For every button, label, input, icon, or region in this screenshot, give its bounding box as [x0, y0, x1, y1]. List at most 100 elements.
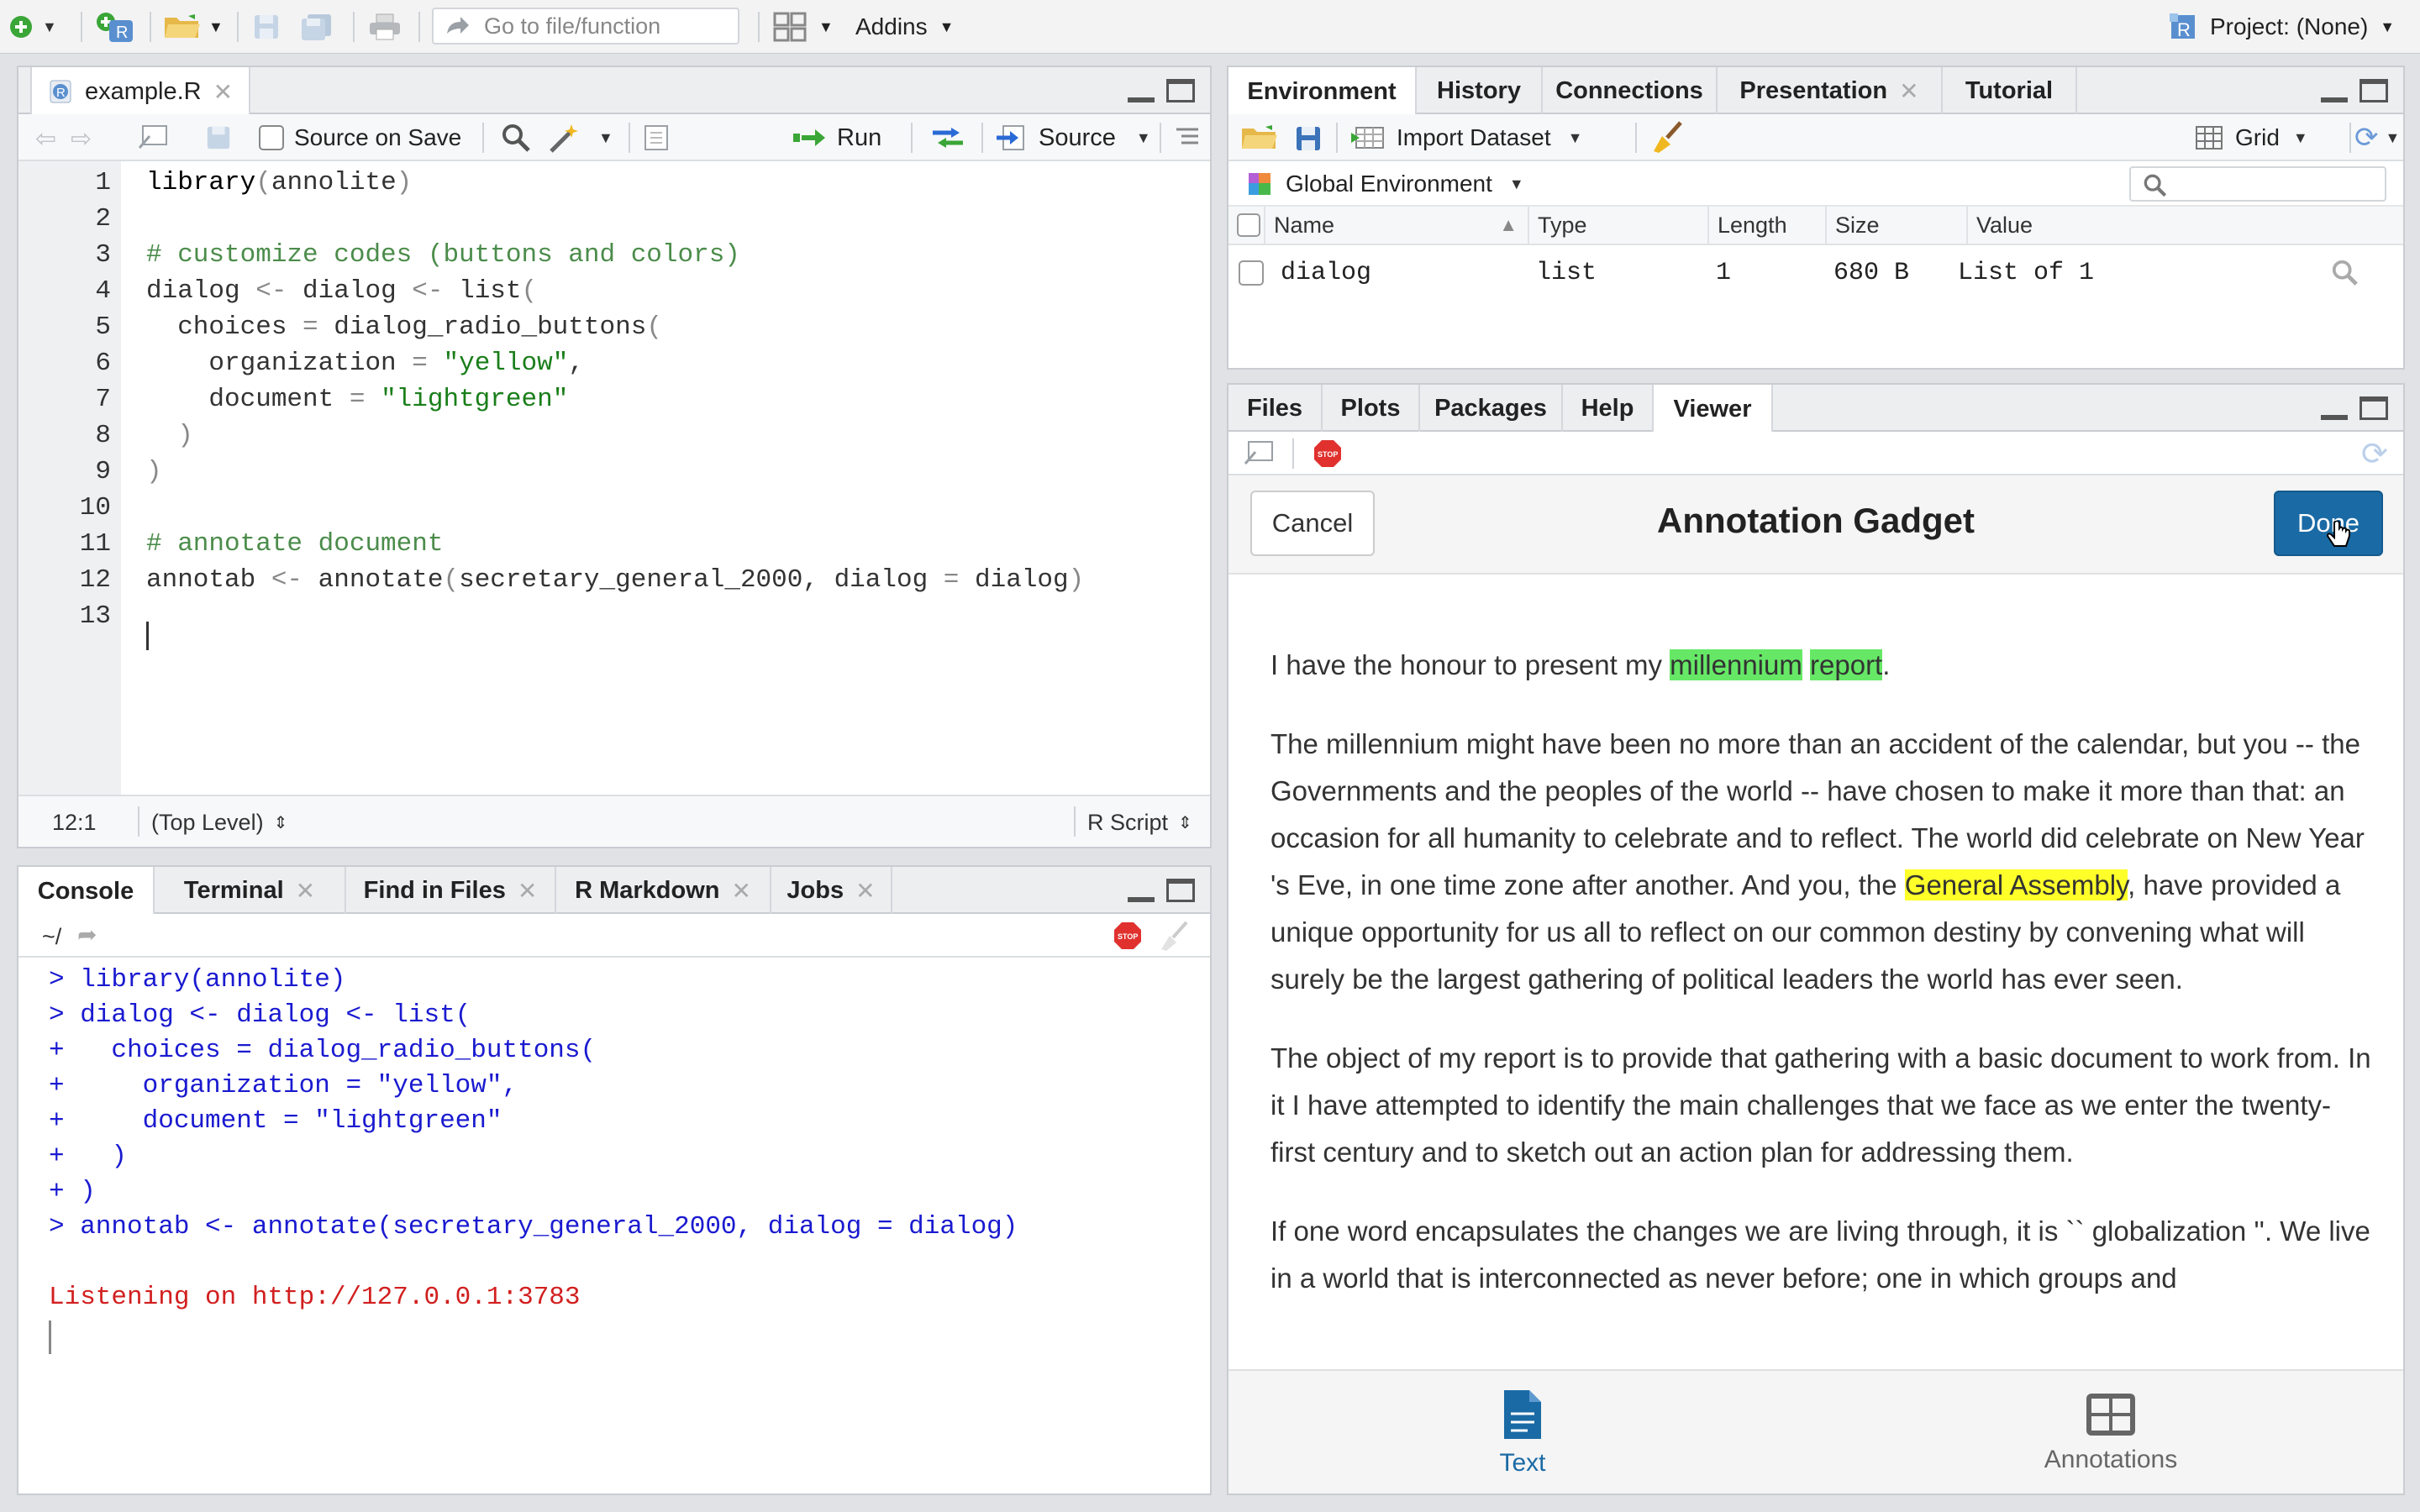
tab-r-markdown[interactable]: R Markdown ✕ — [556, 867, 771, 914]
tab-tutorial[interactable]: Tutorial — [1943, 67, 2077, 114]
goto-file-input[interactable]: Go to file/function — [432, 0, 739, 54]
global-environment-menu[interactable]: Global Environment ▼ — [1245, 168, 1524, 200]
tab-files[interactable]: Files — [1228, 385, 1323, 432]
tab-label: Presentation — [1739, 76, 1888, 104]
tab-console[interactable]: Console — [18, 867, 155, 916]
document-paragraph[interactable]: If one word encapsulates the changes we … — [1270, 1208, 2371, 1302]
env-search-input[interactable] — [2129, 166, 2386, 202]
open-file-button[interactable]: ▼ — [163, 0, 224, 54]
tab-viewer[interactable]: Viewer — [1654, 385, 1773, 433]
document-paragraph[interactable]: The object of my report is to provide th… — [1270, 1035, 2371, 1176]
editor-subtoolbar: ⇦ ⇨ Source on Save ▼ Run Source ▼ — [18, 114, 1210, 161]
column-size[interactable]: Size — [1827, 207, 1968, 244]
chevron-down-icon: ▼ — [1508, 175, 1524, 192]
row-type: list — [1536, 259, 1597, 287]
forward-arrow-icon[interactable]: ⇨ — [71, 124, 92, 154]
checkbox[interactable] — [259, 125, 284, 150]
broom-icon — [1161, 921, 1188, 951]
new-file-button[interactable]: ▼ — [8, 0, 57, 54]
tab-connections[interactable]: Connections — [1543, 67, 1718, 114]
close-icon[interactable]: ✕ — [296, 877, 315, 905]
refresh-icon[interactable]: ⟳ — [2361, 435, 2388, 473]
tab-jobs[interactable]: Jobs ✕ — [771, 867, 892, 914]
goto-directory-icon[interactable]: ➦ — [77, 921, 97, 948]
tab-plots[interactable]: Plots — [1323, 385, 1420, 432]
tab-presentation[interactable]: Presentation ✕ — [1718, 67, 1943, 114]
row-size: 680 B — [1833, 259, 1910, 287]
chevron-down-icon: ▼ — [818, 18, 834, 35]
tab-environment[interactable]: Environment — [1228, 67, 1417, 116]
close-icon[interactable]: ✕ — [518, 877, 537, 905]
view-object-search-icon — [2332, 260, 2358, 286]
svg-text:R: R — [2177, 19, 2191, 40]
save-all-button[interactable] — [299, 0, 334, 54]
minimize-icon[interactable] — [2321, 396, 2348, 420]
chevron-down-icon[interactable]: ▼ — [598, 129, 613, 147]
row-checkbox[interactable] — [1239, 260, 1264, 286]
maximize-icon[interactable] — [2360, 79, 2388, 102]
tab-terminal[interactable]: Terminal ✕ — [155, 867, 346, 914]
column-type[interactable]: Type — [1529, 207, 1709, 244]
close-icon[interactable]: ✕ — [1899, 77, 1918, 105]
import-dataset-button[interactable]: Import Dataset ▼ — [1349, 114, 1582, 161]
tab-history[interactable]: History — [1417, 67, 1543, 114]
tab-packages[interactable]: Packages — [1420, 385, 1563, 432]
code-editor[interactable]: 1 library(annolite) 2 3 # customize codes (b… — [18, 165, 1210, 795]
print-button[interactable] — [368, 0, 402, 54]
close-icon[interactable]: ✕ — [213, 78, 233, 106]
editor-statusbar: 12:1 (Top Level) ⇕ R Script ⇕ — [18, 795, 1210, 847]
compile-report-icon — [644, 125, 668, 150]
maximize-icon[interactable] — [2360, 396, 2388, 420]
env-tabbar: Environment History Connections Presenta… — [1228, 67, 2403, 116]
tab-find-in-files[interactable]: Find in Files ✕ — [346, 867, 556, 914]
chevron-down-icon: ▼ — [208, 18, 224, 35]
code-text: dialog <- dialog <- list( — [146, 276, 538, 306]
console-output[interactable]: > library(annolite) > dialog <- dialog <-… — [18, 963, 1210, 1492]
line-number: 6 — [95, 349, 111, 378]
save-icon — [207, 126, 230, 150]
scope-menu[interactable]: (Top Level) ⇕ — [151, 810, 287, 836]
column-value[interactable]: Value — [1968, 207, 2403, 244]
table-row[interactable]: dialog list 1 680 B List of 1 — [1228, 245, 2403, 299]
select-all-checkbox[interactable] — [1237, 213, 1260, 237]
new-project-icon: R — [97, 13, 133, 42]
line-number: 13 — [79, 601, 111, 631]
source-on-save-checkbox[interactable]: Source on Save — [259, 124, 461, 151]
chevron-down-icon[interactable]: ▼ — [1136, 129, 1151, 147]
pane-layout-button[interactable]: ▼ — [773, 0, 834, 54]
minimize-icon[interactable] — [1128, 879, 1155, 902]
addins-menu[interactable]: Addins ▼ — [855, 0, 954, 54]
maximize-icon[interactable] — [1166, 79, 1195, 102]
save-button[interactable] — [252, 0, 281, 54]
close-icon[interactable]: ✕ — [855, 877, 875, 905]
column-label: Name — [1274, 212, 1335, 238]
close-icon[interactable]: ✕ — [731, 877, 750, 905]
document-paragraph[interactable]: I have the honour to present my millenni… — [1270, 642, 2371, 689]
run-button[interactable]: Run — [792, 114, 881, 161]
refresh-env-button[interactable]: ⟳ ▼ — [2354, 114, 2400, 161]
console-line: > library(annolite) — [49, 965, 346, 995]
annotation-document[interactable]: I have the honour to present my millenni… — [1270, 642, 2371, 1381]
tab-help[interactable]: Help — [1563, 385, 1654, 432]
document-paragraph[interactable]: The millennium might have been no more t… — [1270, 721, 2371, 1003]
console-tabbar: Console Terminal ✕ Find in Files ✕ R Markd… — [18, 867, 1210, 916]
project-menu[interactable]: R Project: (None) ▼ — [2168, 0, 2395, 54]
minimize-icon[interactable] — [2321, 79, 2348, 102]
source-button[interactable]: Source ▼ — [995, 114, 1151, 161]
back-arrow-icon[interactable]: ⇦ — [35, 124, 56, 154]
magic-wand-icon — [550, 124, 578, 153]
column-name[interactable]: Name ▲ — [1265, 207, 1529, 244]
main-toolbar: ▼ R ▼ Go to file/function ▼ Addins ▼ R P… — [0, 0, 2420, 54]
column-length[interactable]: Length — [1709, 207, 1827, 244]
nav-annotations-tab[interactable]: Annotations — [1817, 1371, 2405, 1495]
maximize-icon[interactable] — [1166, 879, 1195, 902]
minimize-icon[interactable] — [1128, 79, 1155, 102]
grid-view-menu[interactable]: Grid ▼ — [2195, 114, 2308, 161]
file-type-menu[interactable]: R Script ⇕ — [1087, 810, 1192, 836]
nav-text-tab[interactable]: Text — [1228, 1371, 1817, 1495]
env-table-header: Name ▲ Type Length Size Value — [1228, 207, 2403, 245]
console-line: + ) — [49, 1177, 96, 1206]
new-project-button[interactable]: R — [94, 0, 136, 54]
tab-example-r[interactable]: R example.R ✕ — [30, 67, 250, 116]
goto-arrow-icon — [447, 17, 469, 34]
